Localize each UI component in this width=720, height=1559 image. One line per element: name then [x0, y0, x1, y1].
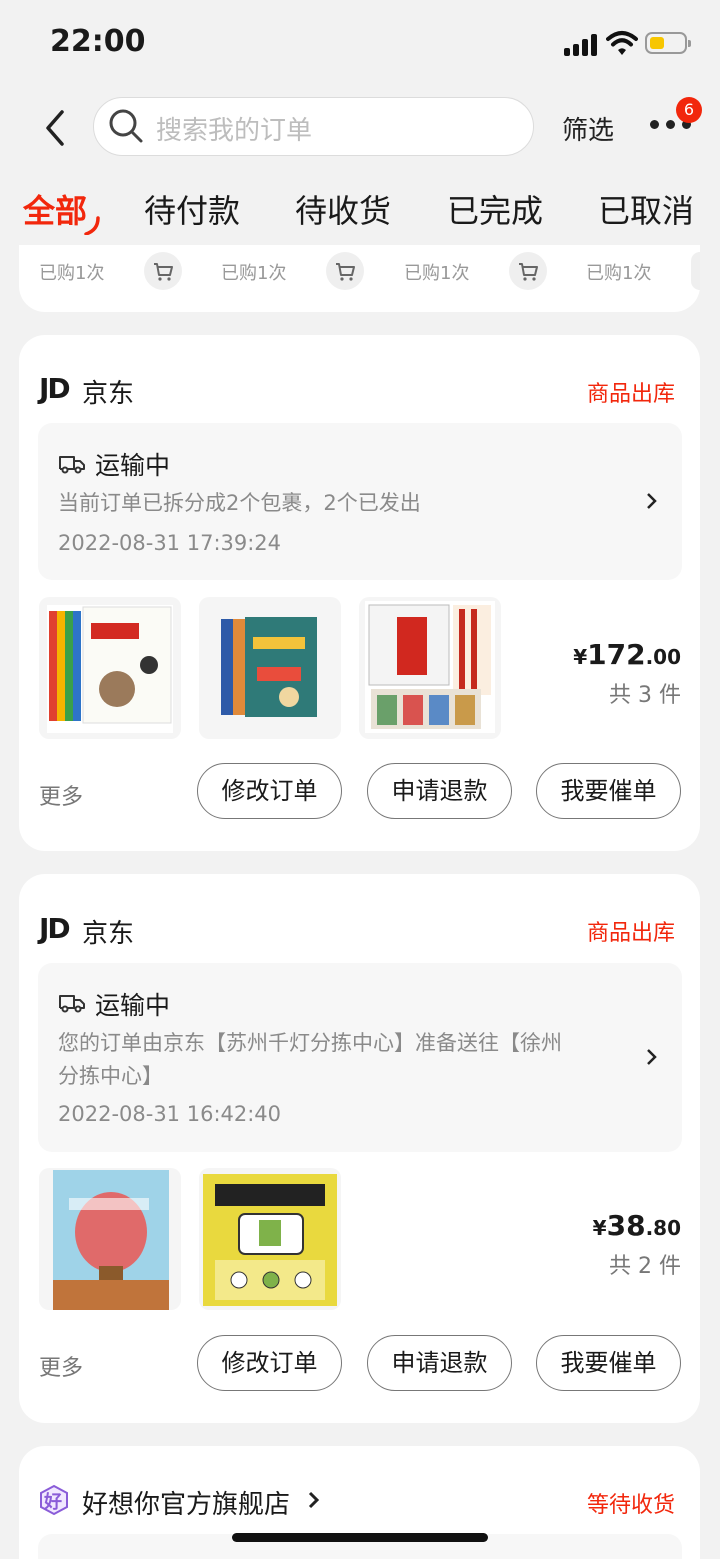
shop-name[interactable]: 京东: [82, 373, 134, 410]
filter-button[interactable]: 筛选: [562, 110, 614, 147]
order-quantity: 共 3 件: [609, 683, 681, 708]
tab-cancelled[interactable]: 已取消: [598, 186, 694, 232]
order-status: 等待收货: [587, 1493, 676, 1518]
urge-delivery-button[interactable]: 我要催单: [536, 763, 681, 819]
home-indicator: [232, 1533, 488, 1542]
chevron-right-icon: [308, 1491, 320, 1509]
chevron-right-icon: [647, 493, 657, 509]
shipping-status-title: 运输中: [95, 451, 171, 480]
add-to-cart-button[interactable]: [691, 252, 700, 290]
order-price: ¥172.00: [573, 638, 681, 671]
shipping-time: 2022-08-31 17:39:24: [58, 531, 282, 555]
add-to-cart-button[interactable]: [326, 252, 364, 290]
request-refund-button[interactable]: 申请退款: [367, 1335, 512, 1391]
status-time: 22:00: [50, 24, 146, 59]
wifi-icon: [606, 31, 638, 55]
order-quantity: 共 2 件: [609, 1254, 681, 1279]
cart-icon: [336, 263, 355, 281]
order-status: 商品出库: [587, 382, 676, 407]
tab-pending-payment[interactable]: 待付款: [144, 186, 240, 232]
product-thumbnail[interactable]: [199, 1168, 341, 1310]
more-actions-link[interactable]: 更多: [39, 1350, 83, 1382]
tab-pending-receipt[interactable]: 待收货: [295, 186, 391, 232]
notification-badge: 6: [676, 97, 702, 123]
shipping-description-line1: 您的订单由京东【苏州千灯分拣中心】准备送往【徐州: [58, 1031, 562, 1055]
bought-count: 已购1次: [404, 263, 470, 284]
signal-icon: [564, 34, 598, 56]
shipping-time: 2022-08-31 16:42:40: [58, 1102, 282, 1126]
tab-completed[interactable]: 已完成: [447, 186, 543, 232]
truck-icon: [59, 995, 85, 1013]
order-price: ¥38.80: [592, 1209, 681, 1242]
chevron-right-icon: [647, 1049, 657, 1065]
cart-icon: [154, 263, 173, 281]
modify-order-button[interactable]: 修改订单: [197, 1335, 342, 1391]
product-thumbnail[interactable]: [39, 1168, 181, 1310]
order-status: 商品出库: [587, 921, 676, 946]
product-thumbnail[interactable]: [39, 597, 181, 739]
truck-icon: [59, 456, 85, 474]
request-refund-button[interactable]: 申请退款: [367, 763, 512, 819]
search-input[interactable]: 搜索我的订单: [93, 97, 534, 156]
urge-delivery-button[interactable]: 我要催单: [536, 1335, 681, 1391]
search-placeholder: 搜索我的订单: [156, 116, 313, 146]
bought-count: 已购1次: [221, 263, 287, 284]
add-to-cart-button[interactable]: [509, 252, 547, 290]
bought-count: 已购1次: [586, 263, 652, 284]
tab-active-indicator: [84, 216, 100, 236]
shipping-description: 当前订单已拆分成2个包裹，2个已发出: [58, 491, 421, 515]
jd-logo: JD: [39, 372, 71, 405]
tab-all[interactable]: 全部: [23, 186, 87, 232]
battery-icon: [645, 32, 691, 54]
add-to-cart-button[interactable]: [144, 252, 182, 290]
jd-logo: JD: [39, 912, 71, 945]
modify-order-button[interactable]: 修改订单: [197, 763, 342, 819]
shipping-description-line2: 分拣中心】: [58, 1064, 163, 1088]
bought-count: 已购1次: [39, 263, 105, 284]
shop-logo-icon: 好: [38, 1484, 70, 1516]
more-actions-link[interactable]: 更多: [39, 779, 83, 811]
product-thumbnail[interactable]: [359, 597, 501, 739]
back-arrow-icon[interactable]: [40, 108, 76, 148]
product-thumbnail[interactable]: [199, 597, 341, 739]
search-icon: [109, 109, 143, 143]
shop-name[interactable]: 京东: [82, 913, 134, 950]
shop-name[interactable]: 好想你官方旗舰店: [82, 1484, 290, 1521]
shipping-status-title: 运输中: [95, 991, 171, 1020]
cart-icon: [519, 263, 538, 281]
